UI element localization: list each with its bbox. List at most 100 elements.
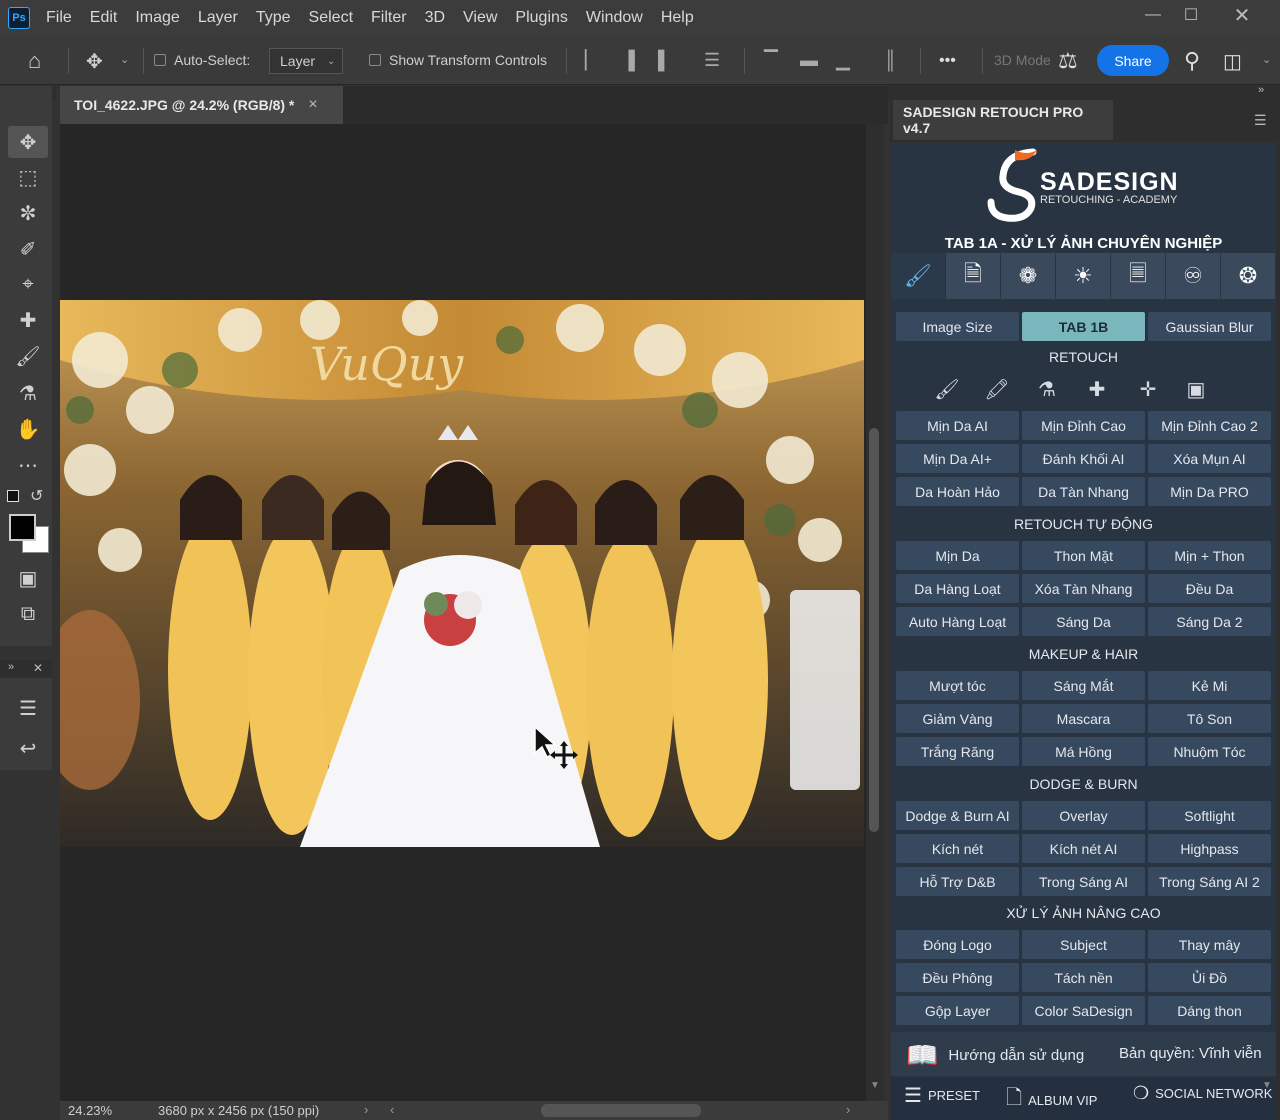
close-document-icon[interactable]: ×	[308, 96, 317, 114]
advanced-button[interactable]: Dáng thon	[1148, 996, 1271, 1025]
horizontal-scroll-thumb[interactable]	[541, 1104, 701, 1117]
move-tool-icon[interactable]: ✥	[86, 49, 103, 74]
brush-tab-icon[interactable]: 🖌	[891, 253, 945, 299]
distribute-icon[interactable]: ☰	[704, 50, 720, 71]
makeup-button[interactable]: Mượt tóc	[896, 671, 1019, 700]
color-circles-tab-icon[interactable]: ♾	[1166, 253, 1220, 299]
dodge-burn-button[interactable]: Softlight	[1148, 801, 1271, 830]
makeup-button[interactable]: Nhuộm Tóc	[1148, 737, 1271, 766]
layer-dropdown[interactable]: Layer ⌄	[269, 48, 343, 74]
collapse-panel-icon[interactable]: »	[1258, 84, 1264, 96]
share-button[interactable]: Share	[1097, 45, 1169, 76]
makeup-button[interactable]: Tô Son	[1148, 704, 1271, 733]
menu-window[interactable]: Window	[586, 9, 643, 27]
dodge-burn-button[interactable]: Trong Sáng AI	[1022, 867, 1145, 896]
menu-3d[interactable]: 3D	[425, 9, 445, 27]
document-tab-icon[interactable]: 🗎	[946, 253, 1000, 299]
scroll-right-icon[interactable]: ›	[846, 1102, 850, 1117]
lasso-tool-icon[interactable]: ✼	[8, 197, 48, 229]
brush-icon[interactable]: 🖌	[932, 376, 962, 402]
makeup-button[interactable]: Giảm Vàng	[896, 704, 1019, 733]
image-size-button[interactable]: Image Size	[896, 312, 1019, 341]
chip-icon[interactable]: ▣	[1181, 376, 1211, 402]
photoshop-logo-icon[interactable]: Ps	[8, 7, 30, 29]
advanced-button[interactable]: Đều Phông	[896, 963, 1019, 992]
home-icon[interactable]: ⌂	[28, 48, 41, 74]
menu-filter[interactable]: Filter	[371, 9, 407, 27]
auto-retouch-button[interactable]: Sáng Da	[1022, 607, 1145, 636]
brush-tool-icon[interactable]: 🖌	[8, 340, 48, 372]
layers-icon[interactable]: ☰	[8, 692, 48, 724]
makeup-button[interactable]: Trắng Răng	[896, 737, 1019, 766]
align-center-icon[interactable]: ▐	[622, 50, 635, 71]
quick-selection-tool-icon[interactable]: ✐	[8, 233, 48, 265]
retouch-button[interactable]: Mịn Da AI	[896, 411, 1019, 440]
default-colors-icon[interactable]	[7, 490, 19, 502]
marquee-tool-icon[interactable]: ⬚	[8, 161, 48, 193]
dodge-burn-button[interactable]: Dodge & Burn AI	[896, 801, 1019, 830]
auto-retouch-button[interactable]: Xóa Tàn Nhang	[1022, 574, 1145, 603]
dodge-burn-button[interactable]: Hỗ Trợ D&B	[896, 867, 1019, 896]
advanced-button[interactable]: Đóng Logo	[896, 930, 1019, 959]
makeup-button[interactable]: Mascara	[1022, 704, 1145, 733]
distribute-vertical-icon[interactable]: ║	[884, 50, 897, 71]
menu-help[interactable]: Help	[661, 9, 694, 27]
menu-file[interactable]: File	[46, 9, 72, 27]
bandage-icon[interactable]: ✚	[1082, 376, 1112, 402]
social-network-button[interactable]: ❍ SOCIAL NETWORK	[1133, 1083, 1272, 1104]
swap-colors-icon[interactable]: ↺	[30, 486, 43, 506]
preset-button[interactable]: ☰ PRESET	[904, 1083, 980, 1108]
makeup-button[interactable]: Kẻ Mi	[1148, 671, 1271, 700]
auto-select-checkbox[interactable]: Auto-Select:	[154, 52, 250, 68]
collapse-panels-icon[interactable]: »	[8, 661, 14, 673]
dodge-burn-button[interactable]: Kích nét AI	[1022, 834, 1145, 863]
retouch-button[interactable]: Mịn Đỉnh Cao 2	[1148, 411, 1271, 440]
auto-retouch-button[interactable]: Thon Mặt	[1022, 541, 1145, 570]
advanced-button[interactable]: Color SaDesign	[1022, 996, 1145, 1025]
chevron-right-icon[interactable]: ›	[364, 1102, 368, 1117]
menu-plugins[interactable]: Plugins	[515, 9, 567, 27]
document-image[interactable]: VuQuy	[60, 300, 864, 847]
retouch-button[interactable]: Da Hoàn Hảo	[896, 477, 1019, 506]
workspace-icon[interactable]: ◫	[1223, 49, 1242, 74]
tab-1b-button[interactable]: TAB 1B	[1022, 312, 1145, 341]
document-tab[interactable]: TOI_4622.JPG @ 24.2% (RGB/8) * ×	[60, 86, 343, 124]
aperture-tab-icon[interactable]: ❁	[1001, 253, 1055, 299]
advanced-button[interactable]: Gộp Layer	[896, 996, 1019, 1025]
advanced-button[interactable]: Subject	[1022, 930, 1145, 959]
healing-brush-icon[interactable]: ✚	[8, 304, 48, 336]
move-tool-icon[interactable]: ✥	[8, 126, 48, 158]
menu-image[interactable]: Image	[135, 9, 179, 27]
auto-retouch-button[interactable]: Đều Da	[1148, 574, 1271, 603]
flask-icon[interactable]: ⚖	[1058, 48, 1078, 74]
panel-scroll-down-icon[interactable]: ▼	[1262, 1080, 1272, 1091]
close-panel-icon[interactable]: ✕	[33, 661, 43, 675]
lens-tab-icon[interactable]: ❂	[1221, 253, 1275, 299]
menu-edit[interactable]: Edit	[90, 9, 118, 27]
panel-menu-icon[interactable]: ☰	[1254, 112, 1267, 129]
auto-retouch-button[interactable]: Auto Hàng Loạt	[896, 607, 1019, 636]
more-options-icon[interactable]: •••	[939, 52, 956, 70]
brightness-tab-icon[interactable]: ☀	[1056, 253, 1110, 299]
retouch-button[interactable]: Mịn Đỉnh Cao	[1022, 411, 1145, 440]
align-middle-icon[interactable]: ▬	[800, 50, 818, 71]
chevron-down-icon[interactable]: ⌄	[1262, 53, 1271, 66]
menu-type[interactable]: Type	[256, 9, 291, 27]
search-icon[interactable]: ⚲	[1184, 48, 1200, 74]
scroll-down-icon[interactable]: ▼	[870, 1080, 880, 1091]
retouch-button[interactable]: Mịn Da AI+	[896, 444, 1019, 473]
align-bottom-icon[interactable]: ▁	[836, 50, 850, 71]
album-vip-button[interactable]: 🗋 ALBUM VIP	[1006, 1083, 1097, 1117]
history-icon[interactable]: ↩	[8, 732, 48, 764]
menu-layer[interactable]: Layer	[198, 9, 238, 27]
gaussian-blur-button[interactable]: Gaussian Blur	[1148, 312, 1271, 341]
file-tab-icon[interactable]: 🗏	[1111, 253, 1165, 299]
zoom-level[interactable]: 24.23%	[68, 1103, 112, 1118]
stamp-icon[interactable]: ⚗	[1032, 376, 1062, 402]
menu-select[interactable]: Select	[309, 9, 353, 27]
stamp-tool-icon[interactable]: ⚗	[8, 377, 48, 409]
maximize-icon[interactable]: ☐	[1168, 0, 1214, 30]
retouch-button[interactable]: Da Tàn Nhang	[1022, 477, 1145, 506]
advanced-button[interactable]: Tách nền	[1022, 963, 1145, 992]
brush-plus-icon[interactable]: 🖍	[982, 376, 1012, 402]
